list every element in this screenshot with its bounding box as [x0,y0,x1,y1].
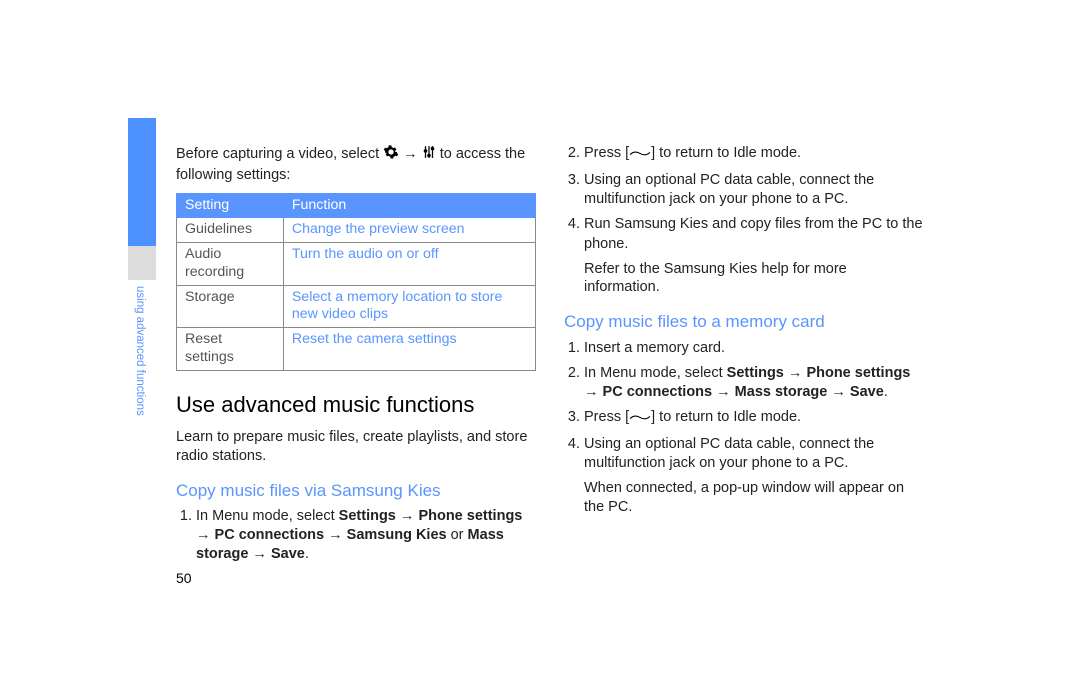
list-item: Press [ ] to return to Idle mode. [584,144,924,165]
table-row: Guidelines Change the preview screen [177,218,536,243]
settings-head-function: Function [283,193,535,218]
bold: Mass storage [735,384,828,400]
bold: PC connections [603,384,713,400]
section-heading-2-kies: Copy music files via Samsung Kies [176,480,536,501]
left-column: Before capturing a video, select → to ac… [176,118,536,618]
function-cell: Reset the camera settings [283,328,535,371]
press-after: ] to return to Idle mode. [651,145,801,161]
kies-steps-cont: Press [ ] to return to Idle mode. Using a… [564,144,924,254]
setting-cell: Audio recording [177,243,284,286]
setting-cell: Storage [177,285,284,328]
settings-head-setting: Setting [177,193,284,218]
end-call-icon [629,146,651,165]
bold: Save [850,384,884,400]
step-text: In Menu mode, select [196,508,339,524]
list-item: Press [ ] to return to Idle mode. [584,408,924,429]
bold: Samsung Kies [347,527,447,543]
section-heading-2-memcard: Copy music files to a memory card [564,311,924,332]
list-item: In Menu mode, select Settings → Phone se… [196,507,536,564]
section-subtext: Learn to prepare music files, create pla… [176,428,536,466]
page-number: 50 [176,570,192,586]
arrow: → [784,365,807,381]
setting-cell: Reset settings [177,328,284,371]
press-after: ] to return to Idle mode. [651,409,801,425]
arrow: → [324,527,347,543]
table-row: Reset settings Reset the camera settings [177,328,536,371]
press-before: Press [ [584,145,629,161]
settings-table: Setting Function Guidelines Change the p… [176,193,536,371]
list-item: Using an optional PC data cable, connect… [584,171,924,209]
list-item: In Menu mode, select Settings → Phone se… [584,364,924,402]
arrow: → [712,384,735,400]
page-content: Before capturing a video, select → to ac… [128,118,944,618]
function-cell: Turn the audio on or off [283,243,535,286]
table-row: Storage Select a memory location to stor… [177,285,536,328]
mid: or [447,527,468,543]
setting-cell: Guidelines [177,218,284,243]
sliders-icon [422,144,436,166]
two-columns: Before capturing a video, select → to ac… [176,118,944,618]
section-heading-1: Use advanced music functions [176,391,536,419]
intro-paragraph: Before capturing a video, select → to ac… [176,144,536,185]
bold: PC connections [215,527,325,543]
list-item: Run Samsung Kies and copy files from the… [584,215,924,253]
function-cell: Change the preview screen [283,218,535,243]
right-column: Press [ ] to return to Idle mode. Using a… [564,118,924,618]
press-before: Press [ [584,409,629,425]
list-item: Using an optional PC data cable, connect… [584,435,924,473]
gear-icon [383,144,399,166]
refer-note: Refer to the Samsung Kies help for more … [584,260,924,298]
arrow: → [584,384,603,400]
table-row: Audio recording Turn the audio on or off [177,243,536,286]
list-item: Insert a memory card. [584,339,924,358]
end-call-icon [629,410,651,429]
arrow: → [827,384,850,400]
end: . [884,384,888,400]
step-text: In Menu mode, select [584,365,727,381]
intro-before: Before capturing a video, select [176,146,379,162]
kies-steps: In Menu mode, select Settings → Phone se… [176,507,536,564]
bold: Settings [339,508,396,524]
bold: Settings [727,365,784,381]
bold: Phone settings [806,365,910,381]
bold: Phone settings [418,508,522,524]
bold: Save [271,546,305,562]
function-cell: Select a memory location to store new vi… [283,285,535,328]
end: . [305,546,309,562]
popup-note: When connected, a pop-up window will app… [584,479,924,517]
arrow: → [396,508,419,524]
arrow: → [248,546,271,562]
memcard-steps: Insert a memory card. In Menu mode, sele… [564,339,924,474]
arrow: → [196,527,215,543]
